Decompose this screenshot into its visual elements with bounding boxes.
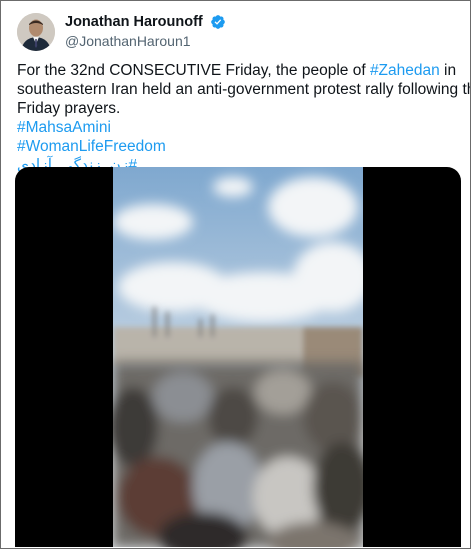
tweet-video[interactable] (15, 167, 461, 547)
text-segment: in (439, 62, 457, 79)
tweet-text-line-3: Friday prayers. (17, 100, 121, 117)
tweet-text-line-2: southeastern Iran held an anti-governmen… (17, 81, 471, 98)
hashtag-zahedan[interactable]: #Zahedan (370, 62, 440, 79)
verified-badge-icon (211, 15, 226, 29)
tweet-card: Jonathan Harounoff @JonathanHaroun1 For … (0, 0, 471, 549)
tweet-text: For the 32nd CONSECUTIVE Friday, the peo… (17, 61, 471, 175)
hashtag-womanlifefreedom[interactable]: #WomanLifeFreedom (17, 137, 457, 156)
tweet-text-line-1: For the 32nd CONSECUTIVE Friday, the peo… (17, 61, 457, 80)
author-block: Jonathan Harounoff @JonathanHaroun1 (65, 13, 226, 50)
author-display-name[interactable]: Jonathan Harounoff (65, 13, 203, 31)
hashtag-mahsaamini[interactable]: #MahsaAmini (17, 118, 457, 137)
author-handle[interactable]: @JonathanHaroun1 (65, 32, 226, 50)
video-thumbnail (113, 167, 363, 547)
tweet-header: Jonathan Harounoff @JonathanHaroun1 (17, 13, 447, 53)
text-segment: For the 32nd CONSECUTIVE Friday, the peo… (17, 62, 370, 79)
avatar[interactable] (17, 13, 55, 51)
